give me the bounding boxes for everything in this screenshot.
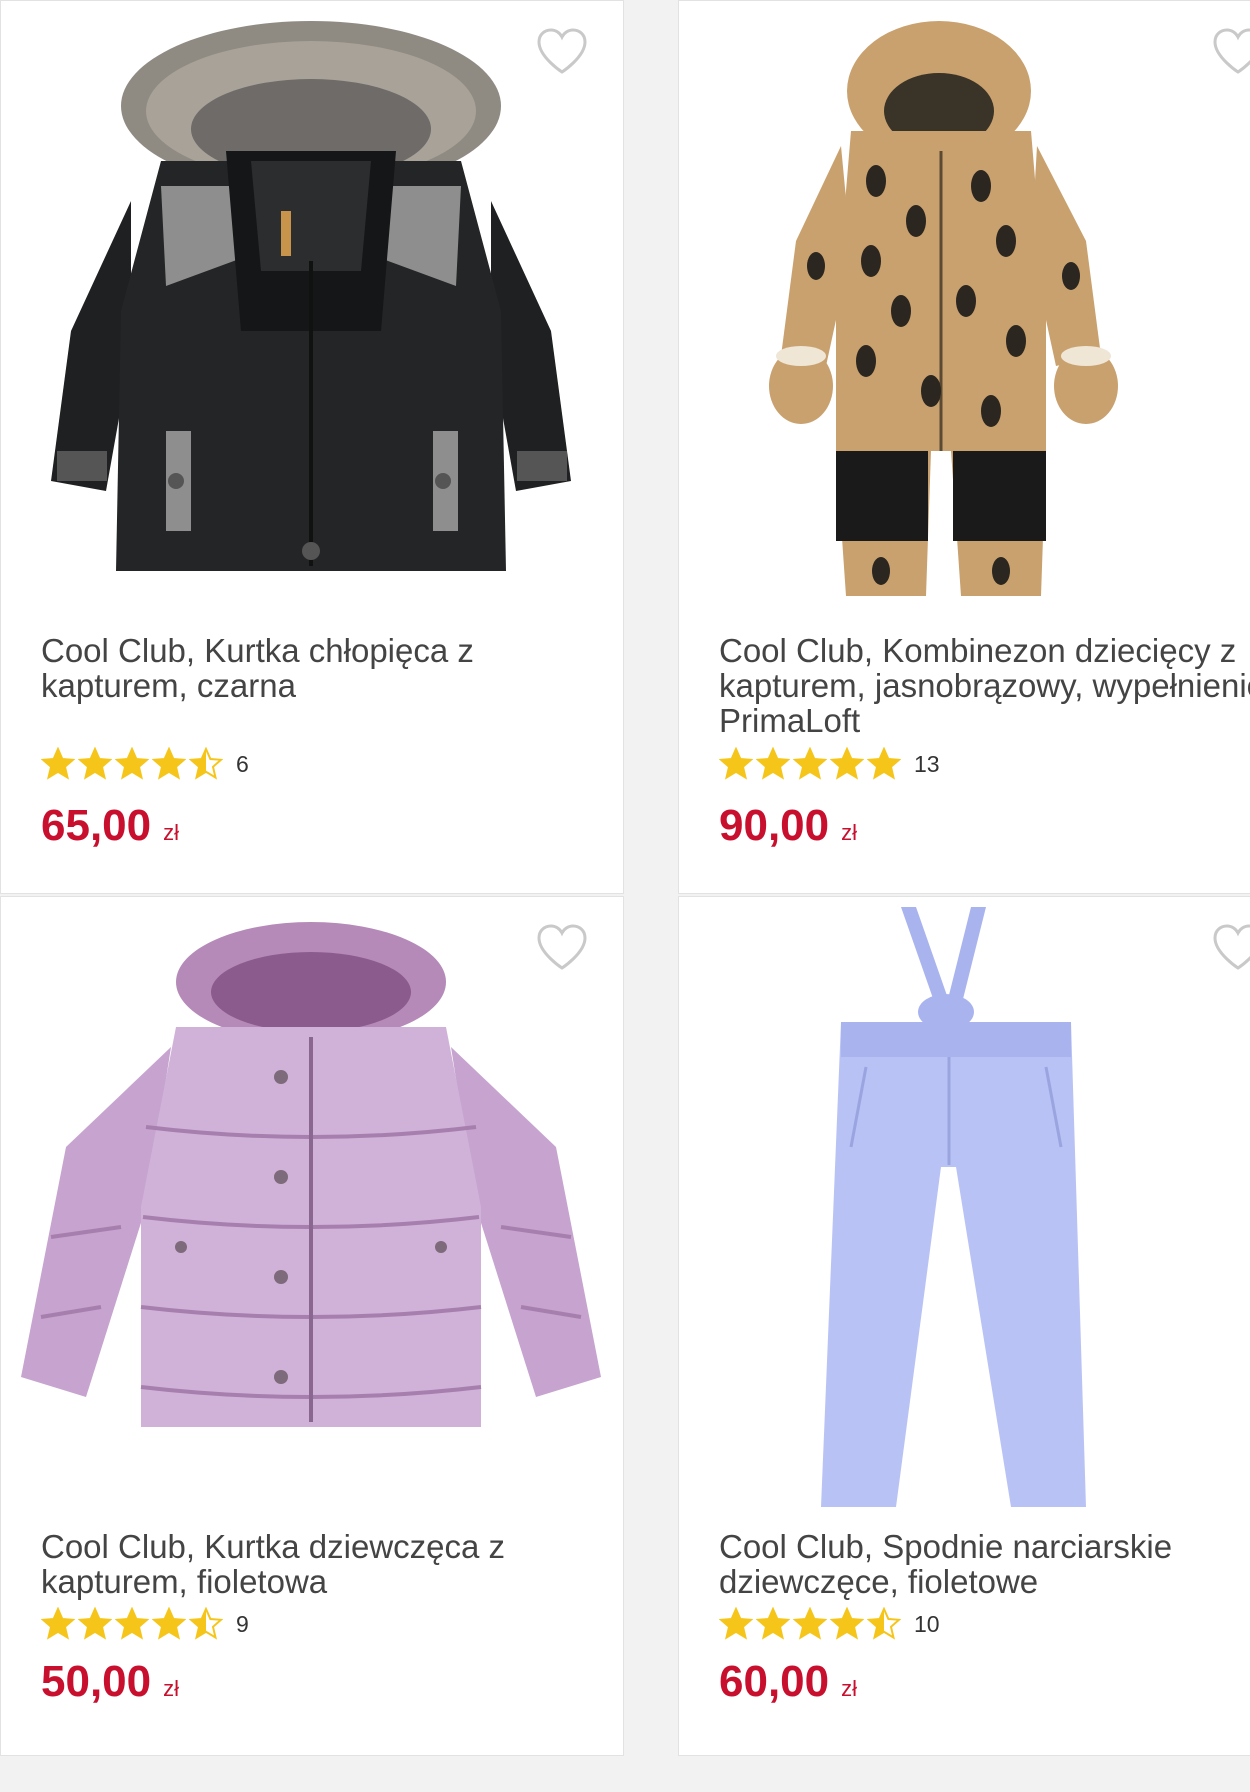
product-title[interactable]: Cool Club, Kurtka chłopięca z kapturem, … — [41, 633, 611, 703]
rating-count: 9 — [236, 1610, 249, 1637]
star-full-icon — [793, 747, 827, 780]
price-value: 90,00 — [719, 801, 830, 850]
star-full-icon — [756, 1607, 790, 1640]
rating-count: 10 — [914, 1610, 940, 1637]
product-image[interactable] — [11, 11, 615, 611]
product-title[interactable]: Cool Club, Kurtka dziewczęca z kapturem,… — [41, 1529, 611, 1599]
star-full-icon — [78, 1607, 112, 1640]
star-full-icon — [719, 747, 753, 780]
rating-stars — [719, 1607, 904, 1641]
star-full-icon — [41, 747, 75, 780]
star-full-icon — [756, 747, 790, 780]
rating-count: 13 — [914, 750, 940, 777]
product-rating: 9 — [41, 1607, 249, 1641]
star-full-icon — [867, 747, 901, 780]
star-full-icon — [719, 1607, 753, 1640]
rating-stars — [719, 747, 904, 781]
product-card[interactable]: Cool Club, Kurtka chłopięca z kapturem, … — [0, 0, 624, 894]
product-price: 50,00 zł — [41, 1657, 179, 1707]
price-value: 65,00 — [41, 801, 152, 850]
product-card[interactable]: Cool Club, Kombinezon dziecięcy z kaptur… — [678, 0, 1250, 894]
rating-stars — [41, 1607, 226, 1641]
product-title[interactable]: Cool Club, Spodnie narciarskie dziewczęc… — [719, 1529, 1250, 1599]
star-full-icon — [152, 1607, 186, 1640]
price-currency: zł — [841, 1676, 857, 1701]
product-image[interactable] — [689, 11, 1250, 611]
star-half-icon — [189, 1607, 223, 1640]
product-card[interactable]: Cool Club, Kurtka dziewczęca z kapturem,… — [0, 896, 624, 1756]
product-image[interactable] — [11, 907, 615, 1507]
star-full-icon — [830, 1607, 864, 1640]
product-price: 90,00 zł — [719, 801, 857, 851]
product-rating: 6 — [41, 747, 249, 781]
product-image[interactable] — [689, 907, 1250, 1507]
price-currency: zł — [163, 820, 179, 845]
product-title[interactable]: Cool Club, Kombinezon dziecięcy z kaptur… — [719, 633, 1250, 738]
product-rating: 13 — [719, 747, 940, 781]
star-full-icon — [793, 1607, 827, 1640]
star-full-icon — [115, 1607, 149, 1640]
product-card[interactable]: Cool Club, Spodnie narciarskie dziewczęc… — [678, 896, 1250, 1756]
product-rating: 10 — [719, 1607, 940, 1641]
price-currency: zł — [163, 1676, 179, 1701]
star-full-icon — [41, 1607, 75, 1640]
rating-count: 6 — [236, 750, 249, 777]
product-price: 65,00 zł — [41, 801, 179, 851]
star-full-icon — [115, 747, 149, 780]
star-half-icon — [867, 1607, 901, 1640]
star-half-icon — [189, 747, 223, 780]
price-value: 50,00 — [41, 1657, 152, 1706]
product-price: 60,00 zł — [719, 1657, 857, 1707]
star-full-icon — [78, 747, 112, 780]
star-full-icon — [152, 747, 186, 780]
star-full-icon — [830, 747, 864, 780]
rating-stars — [41, 747, 226, 781]
price-value: 60,00 — [719, 1657, 830, 1706]
price-currency: zł — [841, 820, 857, 845]
